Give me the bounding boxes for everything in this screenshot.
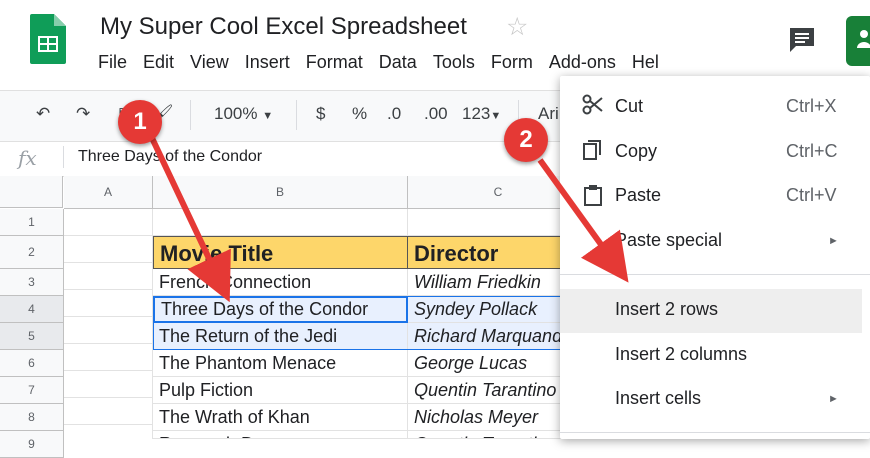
callout-arrow-1 (149, 136, 231, 303)
callout-arrows (149, 136, 629, 303)
callout-arrow-2 (537, 158, 629, 283)
callout-badge-2: 2 (504, 118, 548, 162)
callout-badge-1: 1 (118, 100, 162, 144)
